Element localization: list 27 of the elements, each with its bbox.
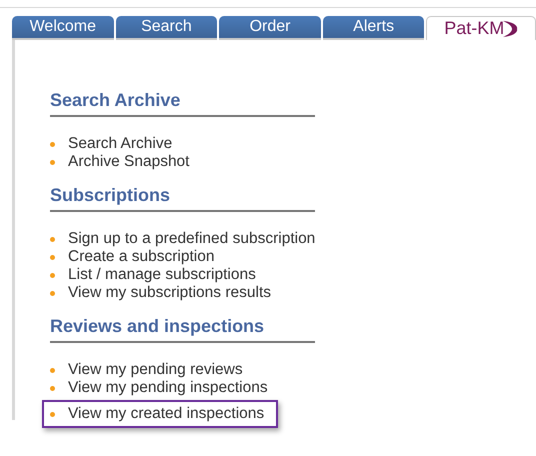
bullet-icon: [50, 142, 55, 146]
nav-tab[interactable]: Order: [219, 16, 321, 40]
bullet-icon: [50, 236, 55, 242]
menu-link[interactable]: List / manage subscriptions: [68, 266, 256, 284]
bullet-icon: [50, 160, 55, 164]
menu-link[interactable]: Create a subscription: [68, 248, 214, 266]
nav-tab[interactable]: Search: [116, 16, 218, 40]
bullet-icon: [50, 290, 55, 296]
menu-link[interactable]: View my created inspections: [68, 405, 264, 423]
menu-link[interactable]: View my pending reviews: [68, 361, 243, 379]
logo-tab[interactable]: Pat-KM: [426, 16, 536, 40]
section-heading: Subscriptions: [50, 185, 315, 212]
menu-link[interactable]: Archive Snapshot: [68, 153, 190, 171]
menu-link[interactable]: View my subscriptions results: [68, 284, 272, 302]
bullet-icon: [50, 272, 55, 278]
section-heading: Reviews and inspections: [50, 316, 315, 343]
menu-link[interactable]: View my pending inspections: [68, 379, 268, 397]
nav-tab[interactable]: Alerts: [322, 16, 424, 40]
menu-link[interactable]: Sign up to a predefined subscription: [68, 230, 316, 248]
section-heading: Search Archive: [50, 90, 315, 117]
bullet-icon: [50, 412, 55, 416]
bullet-icon: [50, 368, 55, 372]
nav-tab[interactable]: Welcome: [12, 16, 114, 40]
crescent-icon: [502, 20, 518, 38]
bullet-icon: [50, 254, 55, 260]
menu-link[interactable]: Search Archive: [68, 135, 172, 153]
bullet-icon: [50, 386, 55, 390]
